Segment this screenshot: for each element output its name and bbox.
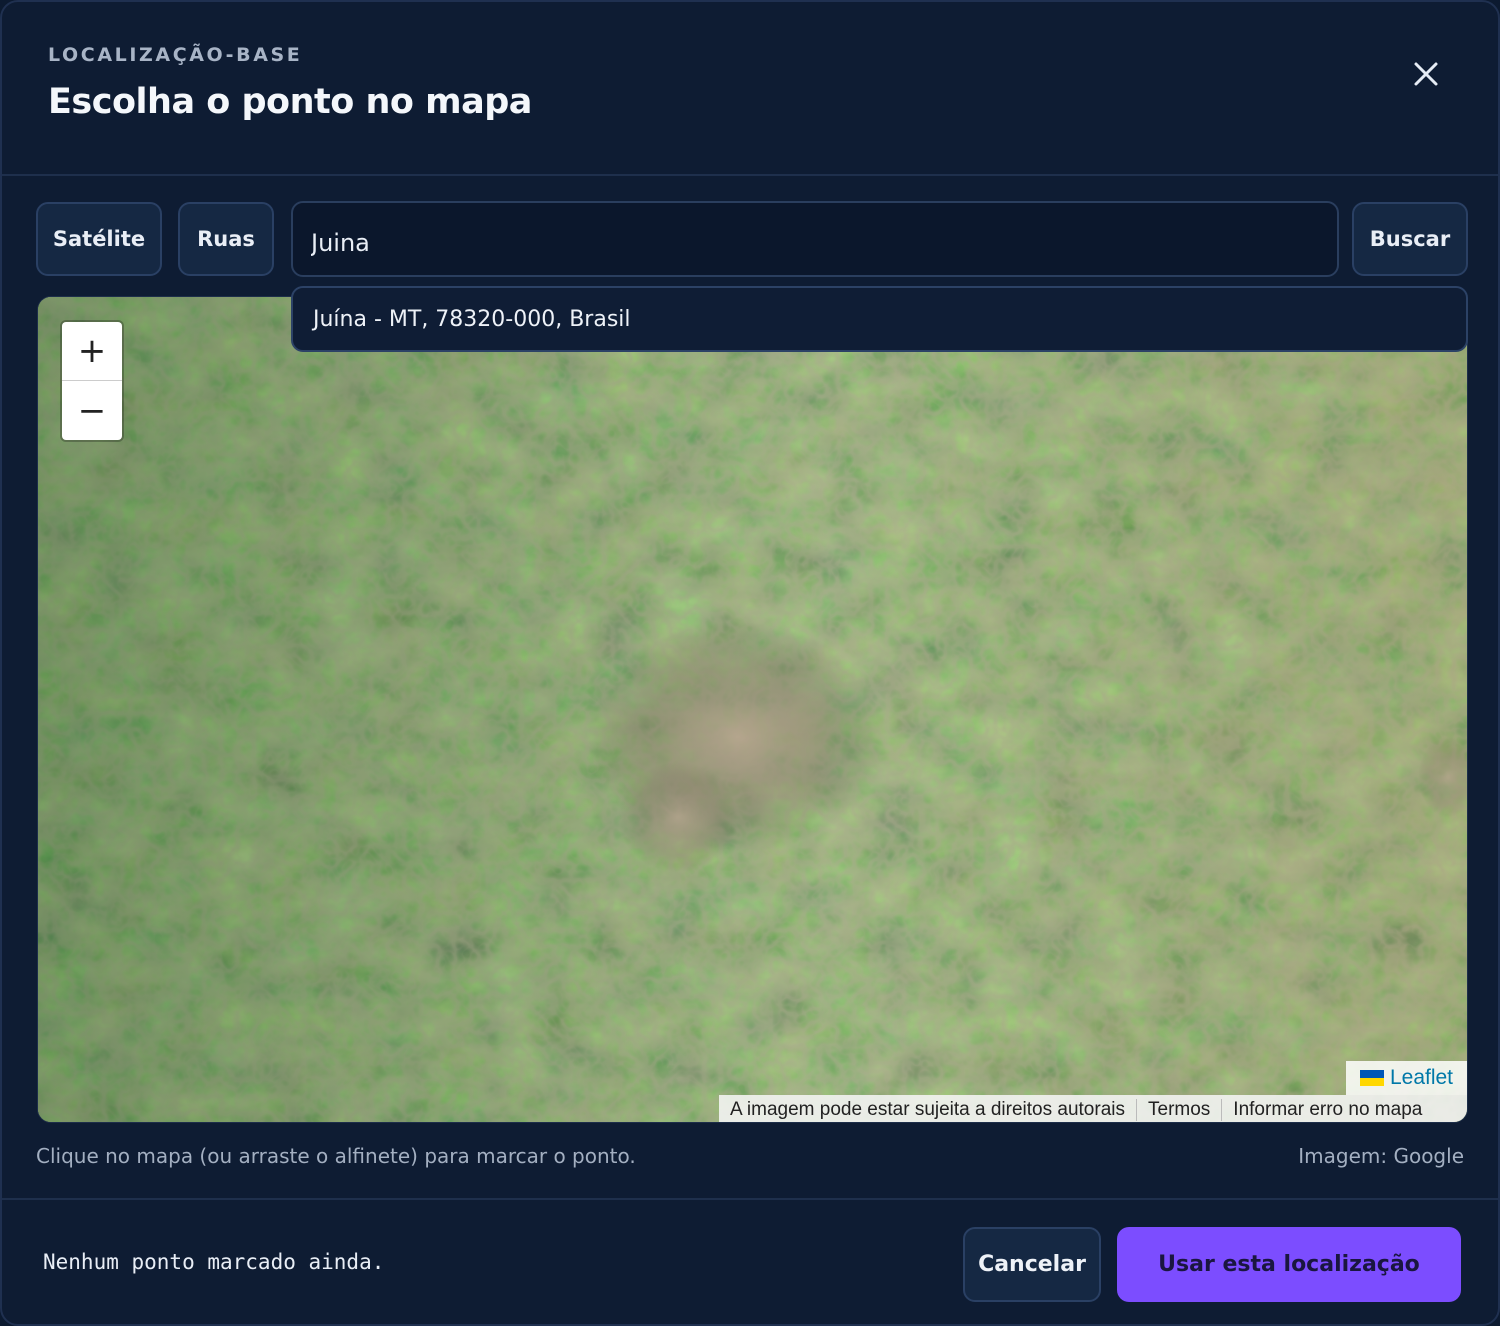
zoom-in-button[interactable]: +	[62, 322, 122, 381]
close-icon	[1414, 62, 1438, 86]
imagery-credit: Imagem: Google	[1298, 1144, 1464, 1168]
satellite-imagery	[38, 297, 1467, 1122]
search-input[interactable]	[291, 201, 1339, 277]
satellite-button[interactable]: Satélite	[36, 202, 162, 276]
map-attribution-bar: A imagem pode estar sujeita a direitos a…	[719, 1095, 1467, 1122]
use-location-button[interactable]: Usar esta localização	[1117, 1227, 1461, 1302]
search-suggestion-item[interactable]: Juína - MT, 78320-000, Brasil	[291, 286, 1468, 352]
close-button[interactable]	[1406, 54, 1446, 94]
ukraine-flag-icon	[1359, 1070, 1384, 1086]
cancel-button[interactable]: Cancelar	[963, 1227, 1101, 1302]
modal-header: LOCALIZAÇÃO-BASE Escolha o ponto no mapa	[2, 2, 1498, 176]
streets-button[interactable]: Ruas	[178, 202, 274, 276]
location-modal: LOCALIZAÇÃO-BASE Escolha o ponto no mapa…	[0, 0, 1500, 1326]
leaflet-label: Leaflet	[1389, 1066, 1454, 1089]
search-button[interactable]: Buscar	[1352, 202, 1468, 276]
report-error-link[interactable]: Informar erro no mapa	[1222, 1099, 1433, 1121]
map-area[interactable]: + − Leaflet A imagem pode estar sujeita …	[37, 296, 1468, 1123]
modal-footer: Nenhum ponto marcado ainda. Cancelar Usa…	[2, 1198, 1498, 1324]
zoom-control: + −	[62, 322, 122, 440]
modal-eyebrow: LOCALIZAÇÃO-BASE	[48, 44, 303, 66]
modal-title: Escolha o ponto no mapa	[48, 82, 532, 122]
leaflet-attribution-link[interactable]: Leaflet	[1346, 1061, 1467, 1095]
terms-link[interactable]: Termos	[1137, 1098, 1223, 1121]
selection-status: Nenhum ponto marcado ainda.	[43, 1250, 385, 1274]
map-hint: Clique no mapa (ou arraste o alfinete) p…	[36, 1144, 636, 1168]
zoom-out-button[interactable]: −	[62, 381, 122, 440]
copyright-notice: A imagem pode estar sujeita a direitos a…	[719, 1098, 1137, 1121]
